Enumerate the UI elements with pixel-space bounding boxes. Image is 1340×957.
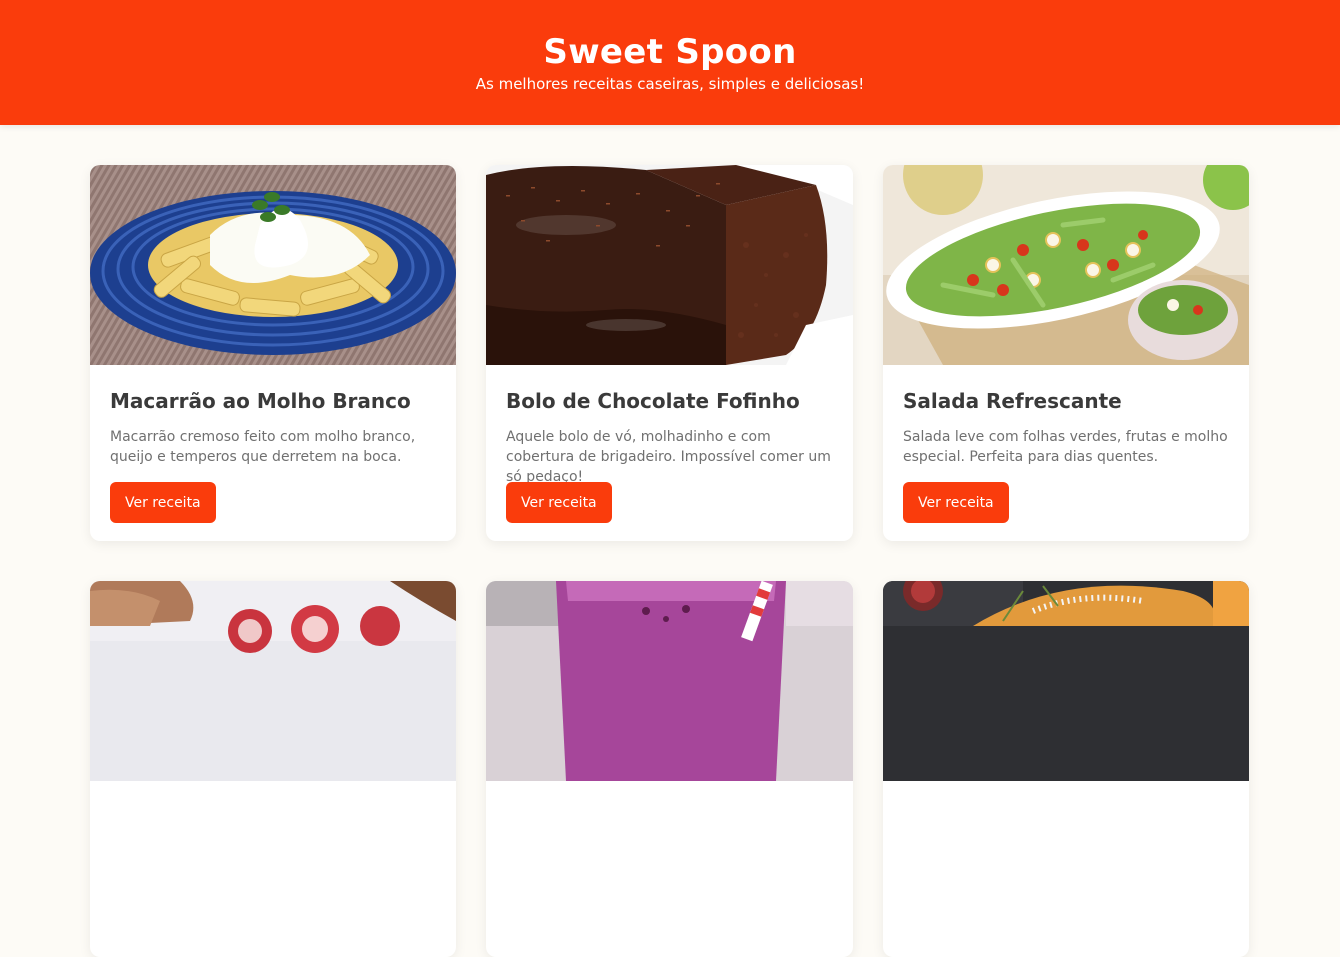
site-header: Sweet Spoon As melhores receitas caseira… bbox=[0, 0, 1340, 125]
view-recipe-button[interactable]: Ver receita bbox=[903, 482, 1009, 523]
site-subtitle: As melhores receitas caseiras, simples e… bbox=[475, 75, 865, 93]
recipe-title: Bolo de Chocolate Fofinho bbox=[506, 389, 800, 413]
recipe-description: Salada leve com folhas verdes, frutas e … bbox=[903, 429, 1228, 465]
view-recipe-button[interactable]: Ver receita bbox=[506, 482, 612, 523]
site-title: Sweet Spoon bbox=[543, 32, 797, 72]
recipe-image-smoothie bbox=[486, 581, 853, 781]
recipe-card: Bolo de Chocolate Fofinho Aquele bolo de… bbox=[486, 165, 853, 541]
recipe-title: Macarrão ao Molho Branco bbox=[110, 389, 411, 413]
recipe-image-strawberry bbox=[90, 581, 456, 781]
recipe-grid: Macarrão ao Molho Branco Macarrão cremos… bbox=[90, 165, 1250, 957]
recipe-card bbox=[486, 581, 853, 957]
recipe-title: Salada Refrescante bbox=[903, 389, 1122, 413]
recipe-description: Macarrão cremoso feito com molho branco,… bbox=[110, 429, 416, 465]
recipe-description: Aquele bolo de vó, molhadinho e com cobe… bbox=[506, 429, 831, 485]
recipe-card bbox=[90, 581, 456, 957]
recipe-card: Salada Refrescante Salada leve com folha… bbox=[883, 165, 1249, 541]
view-recipe-button[interactable]: Ver receita bbox=[110, 482, 216, 523]
recipe-image-salad bbox=[883, 165, 1249, 365]
recipe-card bbox=[883, 581, 1249, 957]
recipe-image-baked-dish bbox=[883, 581, 1249, 781]
recipe-image-pasta bbox=[90, 165, 456, 365]
recipe-card: Macarrão ao Molho Branco Macarrão cremos… bbox=[90, 165, 456, 541]
recipe-image-chocolate-cake bbox=[486, 165, 853, 365]
